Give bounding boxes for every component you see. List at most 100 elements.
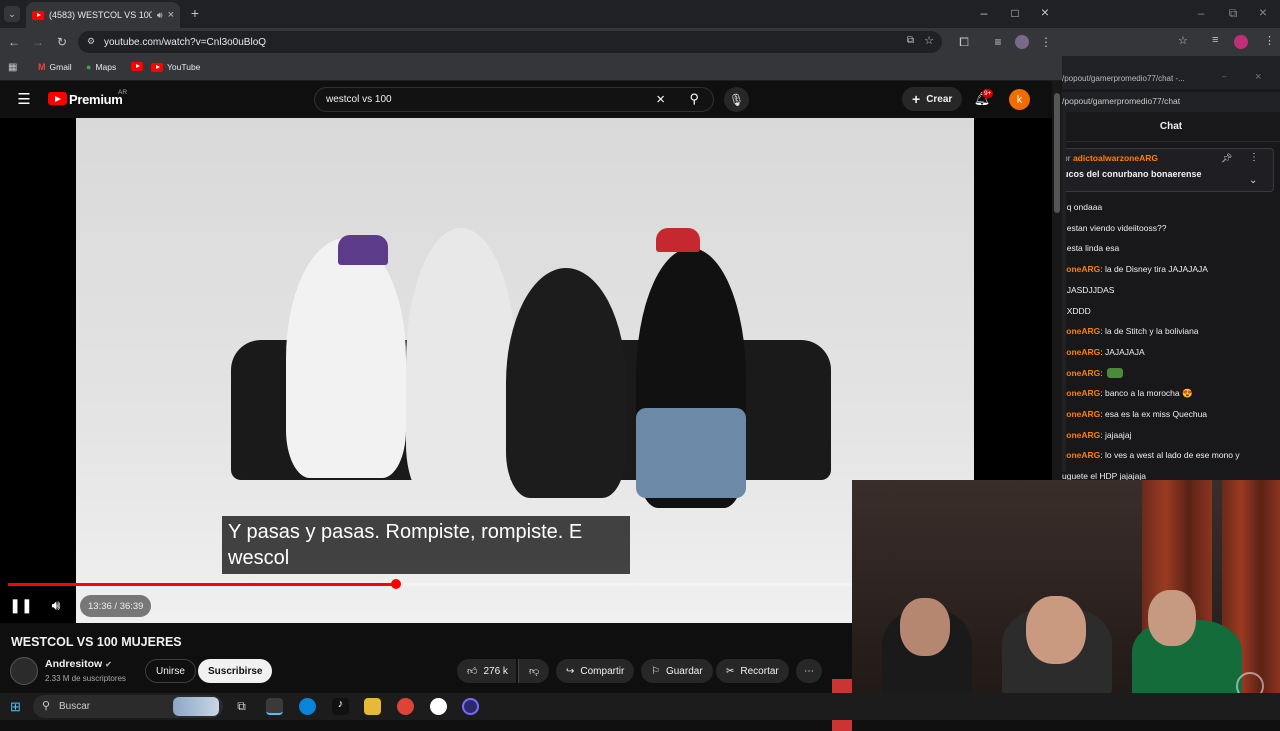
task-view-icon[interactable]: ⧉ [233, 698, 250, 715]
pinned-message[interactable]: or adictoalwarzoneARG ucos del conurbano… [1062, 148, 1274, 192]
install-app-icon[interactable]: ⧉ [907, 35, 914, 46]
bookmark-gmail[interactable]: M Gmail [38, 62, 72, 72]
chrome-taskbar-icon[interactable] [266, 698, 283, 715]
save-button[interactable]: ⚐ Guardar [641, 659, 713, 683]
bookmarks-bar: ▦ M Gmail ● Maps YouTube [0, 56, 1062, 81]
search-icon[interactable]: ⚲ [689, 91, 699, 107]
chat-username[interactable]: zoneARG [1062, 430, 1100, 440]
address-bar[interactable]: ⚙ youtube.com/watch?v=Cnl3o0uBloQ ⧉ ☆ [78, 31, 942, 53]
edge-taskbar-icon[interactable] [299, 698, 316, 715]
chat-username[interactable]: zoneARG [1062, 388, 1100, 398]
chrome-profile-taskbar-icon[interactable] [397, 698, 414, 715]
streamer-right-face [1148, 590, 1196, 646]
create-button[interactable]: + Crear [902, 87, 963, 111]
youtube-logo-icon[interactable] [48, 92, 67, 105]
maximize-icon[interactable]: □ [1008, 6, 1022, 20]
chat-popup-minimize-icon[interactable]: – [1222, 72, 1226, 81]
url-text: youtube.com/watch?v=Cnl3o0uBloQ [104, 36, 267, 48]
voice-search-icon[interactable]: 🎙︎ [724, 87, 749, 112]
chat-close-icon[interactable]: × [1256, 4, 1270, 20]
clip-button[interactable]: ✂ Recortar [716, 659, 789, 683]
clear-search-icon[interactable]: × [656, 91, 665, 108]
tiktok-taskbar-icon[interactable]: ♪ [332, 698, 349, 715]
chat-url-bar[interactable]: /popout/gamerpromedio77/chat [1062, 92, 1280, 112]
site-info-icon[interactable]: ⚙ [87, 36, 95, 47]
chat-profile-avatar[interactable] [1234, 35, 1248, 49]
progress-scrubber[interactable] [391, 579, 402, 589]
chat-message-text: : esa es la ex miss Quechua [1100, 409, 1208, 419]
extensions-icon[interactable]: ⧠ [956, 34, 972, 50]
taskbar-search[interactable]: ⚲ Buscar [33, 695, 223, 718]
tab-search-icon[interactable]: ⌄ [4, 6, 20, 22]
subscribe-button[interactable]: Suscribirse [198, 659, 273, 683]
more-dots-icon: ⋯ [804, 665, 814, 677]
like-button[interactable]: 👍︎ 276 k [457, 659, 516, 683]
bookmark-maps[interactable]: ● Maps [86, 62, 116, 72]
speaker-icon[interactable]: 🔊︎ [157, 10, 163, 21]
app-taskbar-icon[interactable] [462, 698, 479, 715]
channel-avatar[interactable] [10, 657, 38, 685]
chat-scrollbar[interactable] [1062, 112, 1066, 472]
account-avatar[interactable]: k [1009, 89, 1030, 110]
forward-icon[interactable]: → [30, 34, 46, 50]
stream-logo-icon [1236, 672, 1264, 693]
pinned-more-icon[interactable]: ⋮ [1249, 152, 1259, 163]
chat-username[interactable]: zoneARG [1062, 368, 1100, 378]
video-info: WESTCOL VS 100 MUJERES Andresitow ✔ 2.33… [0, 623, 852, 731]
obs-taskbar-icon[interactable] [430, 698, 447, 715]
chat-username[interactable]: zoneARG [1062, 409, 1100, 419]
chat-message: zoneARG: [1062, 368, 1123, 379]
chat-media-icon[interactable]: ≡ [1212, 34, 1218, 46]
apps-grid-icon[interactable]: ▦ [8, 62, 17, 73]
chat-username[interactable]: zoneARG [1062, 264, 1100, 274]
person-2 [406, 228, 516, 498]
tab-active[interactable]: (4583) WESTCOL VS 100 M 🔊︎ × [26, 2, 180, 28]
maps-pin-icon: ● [86, 62, 92, 72]
window-close-icon[interactable]: × [1038, 4, 1052, 20]
clip-label: Recortar [740, 665, 779, 677]
chat-username[interactable]: zoneARG [1062, 326, 1100, 336]
bookmark-star-icon[interactable]: ☆ [924, 34, 934, 47]
new-tab-icon[interactable]: + [188, 5, 202, 21]
pin-icon[interactable]: 📌︎ [1221, 153, 1232, 164]
volume-icon[interactable]: 🔊︎ [46, 594, 66, 616]
menu-dots-icon[interactable]: ⋮ [1040, 34, 1052, 50]
join-label: Unirse [156, 665, 185, 677]
tab-close-icon[interactable]: × [168, 9, 174, 21]
pinned-expand-icon[interactable]: ⌄ [1249, 175, 1257, 186]
search-input[interactable]: westcol vs 100 × ⚲ [314, 87, 714, 112]
subtitle-box: Y pasas y pasas. Rompiste, rompiste. E w… [222, 516, 630, 574]
chat-emote-icon [1106, 368, 1123, 379]
chat-bookmark-star-icon[interactable]: ☆ [1178, 34, 1188, 47]
join-button[interactable]: Unirse [145, 659, 196, 683]
file-explorer-icon[interactable] [364, 698, 381, 715]
chat-popup-close-icon[interactable]: × [1255, 71, 1261, 83]
pause-icon[interactable]: ❚❚ [9, 594, 32, 616]
more-actions-button[interactable]: ⋯ [796, 659, 822, 683]
chat-maximize-icon[interactable]: ⧉ [1226, 6, 1240, 20]
reload-icon[interactable]: ↻ [54, 34, 70, 50]
chat-username[interactable]: zoneARG [1062, 347, 1100, 357]
minimize-icon[interactable]: – [977, 6, 991, 20]
chat-menu-icon[interactable]: ⋮ [1264, 34, 1275, 47]
search-value: westcol vs 100 [326, 94, 392, 105]
share-button[interactable]: ↪ Compartir [556, 659, 635, 683]
person-1 [286, 238, 406, 478]
premium-logo-text[interactable]: Premium [69, 92, 123, 107]
profile-avatar[interactable] [1015, 35, 1029, 49]
hamburger-menu-icon[interactable]: ☰ [16, 91, 32, 108]
chat-message: zoneARG: esa es la ex miss Quechua [1062, 409, 1207, 419]
bookmark-youtube[interactable]: YouTube [151, 62, 200, 72]
chat-minimize-icon[interactable]: – [1194, 6, 1208, 20]
bookmark-youtube-short[interactable] [131, 62, 143, 71]
subtitle-line-2: wescol [228, 547, 290, 569]
chat-username[interactable]: zoneARG [1062, 450, 1100, 460]
back-icon[interactable]: ← [6, 34, 22, 50]
dislike-button[interactable]: 👎︎ [518, 659, 550, 683]
media-control-icon[interactable]: ≡ [990, 34, 1006, 50]
channel-name[interactable]: Andresitow ✔ [45, 658, 112, 670]
bookmark-maps-label: Maps [95, 62, 117, 72]
chat-separator [1062, 56, 1280, 71]
red-cap [656, 228, 700, 252]
windows-start-icon[interactable]: ⊞ [8, 699, 23, 714]
